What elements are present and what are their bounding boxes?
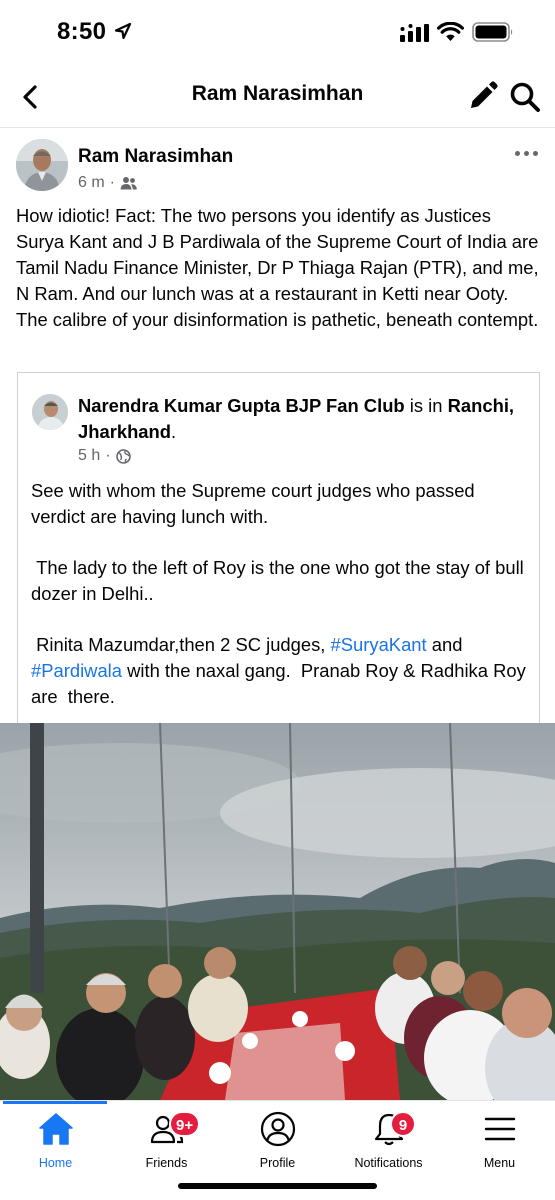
menu-hamburger-icon xyxy=(484,1117,515,1141)
tab-friends[interactable]: Friends 9+ xyxy=(111,1109,222,1173)
home-icon xyxy=(38,1113,73,1145)
edit-pencil-icon[interactable] xyxy=(467,80,499,112)
post-author-name[interactable]: Ram Narasimhan xyxy=(78,146,233,168)
battery-icon xyxy=(472,22,513,42)
shared-period: . xyxy=(171,421,177,442)
post-meta: 6 m · xyxy=(78,174,137,192)
tab-notifications-label: Notifications xyxy=(354,1156,423,1170)
cellular-signal-icon xyxy=(400,24,429,42)
wifi-icon xyxy=(437,22,464,41)
shared-author-avatar[interactable] xyxy=(32,394,68,430)
tab-profile[interactable]: Profile xyxy=(222,1109,333,1173)
para3-text-a: Rinita Mazumdar,then 2 SC judges, xyxy=(31,634,331,655)
top-app-bar: Ram Narasimhan xyxy=(0,64,555,128)
post-timestamp[interactable]: 6 m xyxy=(78,174,105,192)
friends-audience-icon[interactable] xyxy=(120,176,137,190)
notifications-badge: 9 xyxy=(390,1111,416,1137)
shared-timestamp[interactable]: 5 h xyxy=(78,447,100,465)
shared-paragraph-1: See with whom the Supreme court judges w… xyxy=(31,480,480,527)
author-avatar[interactable] xyxy=(16,139,68,191)
search-icon[interactable] xyxy=(508,80,542,114)
tab-friends-label: Friends xyxy=(145,1156,188,1170)
meta-separator: · xyxy=(105,447,111,464)
tab-menu-label: Menu xyxy=(483,1156,516,1170)
para3-text-b: and xyxy=(426,634,468,655)
shared-meta: 5 h · xyxy=(78,447,131,465)
hashtag-suryakant-link[interactable]: #SuryaKant xyxy=(331,634,427,655)
tab-profile-label: Profile xyxy=(259,1156,296,1170)
location-arrow-icon xyxy=(114,22,132,40)
globe-icon[interactable] xyxy=(115,448,131,464)
shared-paragraph-3: Rinita Mazumdar,then 2 SC judges, #Surya… xyxy=(31,632,531,710)
status-bar: 8:50 xyxy=(0,0,555,64)
status-time: 8:50 xyxy=(57,18,107,45)
shared-post-text: See with whom the Supreme court judges w… xyxy=(31,478,531,735)
friends-badge: 9+ xyxy=(169,1111,201,1137)
shared-header: Narendra Kumar Gupta BJP Fan Club is in … xyxy=(78,393,528,445)
shared-author-name[interactable]: Narendra Kumar Gupta BJP Fan Club xyxy=(78,395,405,416)
home-indicator xyxy=(178,1183,377,1189)
more-options-icon[interactable] xyxy=(515,146,541,160)
hashtag-pardiwala-link[interactable]: #Pardiwala xyxy=(31,660,122,681)
tab-notifications[interactable]: Notifications 9 xyxy=(333,1109,444,1173)
tab-menu[interactable]: Menu xyxy=(444,1109,555,1173)
tab-home-label: Home xyxy=(38,1156,73,1170)
shared-post-card[interactable]: Narendra Kumar Gupta BJP Fan Club is in … xyxy=(17,372,540,724)
post-photo[interactable] xyxy=(0,723,555,1100)
meta-separator: · xyxy=(109,174,115,191)
profile-icon xyxy=(260,1111,295,1147)
tab-home[interactable]: Home xyxy=(0,1109,111,1173)
shared-paragraph-2: The lady to the left of Roy is the one w… xyxy=(31,557,529,604)
post-text: How idiotic! Fact: The two persons you i… xyxy=(16,205,539,330)
active-tab-indicator xyxy=(3,1101,107,1104)
shared-connector: is in xyxy=(404,395,448,416)
